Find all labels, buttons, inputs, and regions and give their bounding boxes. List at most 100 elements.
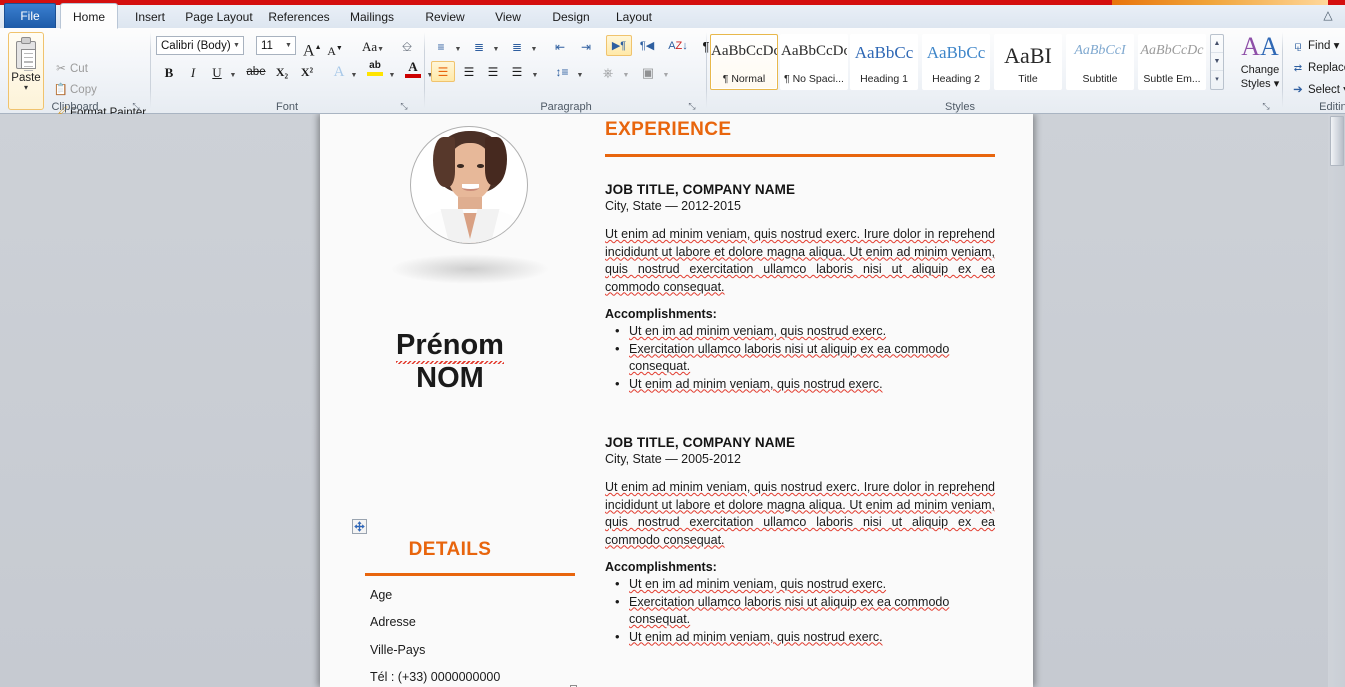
paste-button[interactable]: Paste ▾ [8, 32, 44, 110]
highlight-button[interactable]: ab [364, 59, 386, 82]
document-canvas[interactable]: Prénom NOM DETAILS Age Adresse Ville-Pay… [0, 114, 1345, 687]
change-case-button[interactable]: Aa▼ [357, 35, 389, 56]
decrease-indent-icon: ⇤ [554, 40, 566, 54]
ribbon-group-styles: AaBbCcDc ¶ Normal AaBbCcDc ¶ No Spaci...… [708, 28, 1280, 114]
align-right-icon: ☰ [487, 65, 499, 79]
ltr-text-direction-button[interactable]: ▶¶ [606, 35, 632, 56]
profile-photo-frame[interactable] [410, 126, 528, 244]
superscript-button[interactable]: X² [296, 61, 318, 82]
chevron-down-icon[interactable]: ▼ [232, 42, 241, 50]
line-spacing-button[interactable]: ↕≡ [550, 61, 574, 82]
tab-layout[interactable]: Layout [604, 4, 664, 28]
italic-button[interactable]: I [183, 61, 203, 82]
style-tile-normal[interactable]: AaBbCcDc ¶ Normal [710, 34, 778, 90]
find-button[interactable]: ⚼ Find ▾ [1288, 36, 1339, 56]
change-styles-button[interactable]: AA Change Styles ▾ [1232, 32, 1288, 102]
line-spacing-dropdown[interactable]: ▼ [574, 64, 586, 79]
job-entry: JOB TITLE, COMPANY NAME City, State — 20… [605, 182, 995, 393]
experience-heading: EXPERIENCE [605, 119, 732, 140]
numbering-button[interactable]: ≣ [468, 36, 490, 56]
shading-dropdown[interactable]: ▼ [620, 64, 632, 79]
paragraph-dialog-launcher[interactable]: ⤡ [686, 100, 698, 112]
styles-scroll-down-button[interactable]: ▼ [1211, 53, 1223, 71]
subscript-button[interactable]: X₂ [271, 61, 293, 82]
tab-file[interactable]: File [4, 3, 56, 28]
vertical-scrollbar[interactable] [1328, 114, 1345, 687]
underline-button[interactable]: U [207, 61, 227, 82]
tab-home[interactable]: Home [60, 3, 118, 29]
font-size-value: 11 [261, 40, 273, 52]
tab-insert[interactable]: Insert [122, 4, 178, 28]
font-dialog-launcher[interactable]: ⤡ [398, 100, 410, 112]
borders-icon: ▣ [641, 65, 655, 80]
text-effects-button[interactable]: A [329, 61, 349, 82]
rtl-text-direction-button[interactable]: ¶◀ [634, 35, 660, 56]
scissors-icon: ✂ [56, 63, 66, 75]
style-tile-title[interactable]: AaBI Title [994, 34, 1062, 90]
copy-button[interactable]: 📋 Copy [52, 81, 144, 99]
bold-button[interactable]: B [159, 61, 179, 82]
clipboard-dialog-launcher[interactable]: ⤡ [130, 100, 142, 112]
borders-button[interactable]: ▣ [636, 61, 660, 82]
multilevel-list-dropdown[interactable]: ▼ [528, 39, 540, 53]
list-item: Ut en im ad minim veniam, quis nostrud e… [605, 575, 995, 594]
shrink-font-button[interactable]: A▼ [325, 37, 345, 58]
style-tile-subtitle[interactable]: AaBbCcI Subtitle [1066, 34, 1134, 90]
select-button[interactable]: ➔ Select ▾ [1288, 80, 1345, 100]
borders-dropdown[interactable]: ▼ [660, 64, 672, 79]
chevron-down-icon: ▼ [492, 46, 500, 53]
justify-dropdown[interactable]: ▼ [529, 64, 541, 79]
text-effects-dropdown[interactable]: ▼ [348, 64, 360, 80]
align-center-button[interactable]: ☰ [457, 61, 481, 82]
vertical-scrollbar-thumb[interactable] [1330, 116, 1344, 166]
shading-button[interactable]: ⎈ [596, 61, 620, 82]
styles-dialog-launcher[interactable]: ⤡ [1260, 100, 1272, 112]
style-tile-subtle-emphasis[interactable]: AaBbCcDc Subtle Em... [1138, 34, 1206, 90]
bullets-button[interactable]: ≡ [430, 36, 452, 56]
numbering-dropdown[interactable]: ▼ [490, 39, 502, 53]
decrease-indent-button[interactable]: ⇤ [548, 36, 572, 56]
bullets-dropdown[interactable]: ▼ [452, 39, 464, 53]
styles-scroll-up-button[interactable]: ▲ [1211, 35, 1223, 53]
ltr-text-direction-icon: ▶¶ [611, 40, 627, 52]
font-color-swatch [405, 74, 421, 78]
font-size-combo[interactable]: 11 ▼ [256, 36, 296, 55]
line-spacing-icon: ↕≡ [555, 65, 569, 79]
align-right-button[interactable]: ☰ [481, 61, 505, 82]
cut-button[interactable]: ✂ Cut [52, 60, 144, 78]
style-tile-heading-1[interactable]: AaBbCc Heading 1 [850, 34, 918, 90]
style-tile-heading-2[interactable]: AaBbCc Heading 2 [922, 34, 990, 90]
grow-font-button[interactable]: A▲ [302, 35, 322, 59]
increase-indent-button[interactable]: ⇥ [574, 36, 598, 56]
table-move-handle[interactable] [352, 519, 367, 534]
list-item: Exercitation ullamco laboris nisi ut ali… [605, 340, 995, 376]
highlight-dropdown[interactable]: ▼ [386, 64, 398, 80]
style-tile-no-spacing[interactable]: AaBbCcDc ¶ No Spaci... [780, 34, 848, 90]
chevron-down-icon[interactable]: ▼ [284, 42, 293, 50]
text-effects-icon: A [333, 64, 345, 80]
font-name-combo[interactable]: Calibri (Body) ▼ [156, 36, 244, 55]
clear-formatting-button[interactable]: ⎒ [395, 34, 419, 57]
tab-view[interactable]: View [480, 4, 536, 28]
sort-button[interactable]: AZ↓ [666, 35, 690, 56]
strikethrough-button[interactable]: abe [244, 61, 268, 82]
chevron-up-icon[interactable]: △ [1319, 7, 1337, 23]
justify-button[interactable]: ☰ [505, 61, 529, 82]
tab-page-layout[interactable]: Page Layout [178, 4, 260, 28]
font-color-button[interactable]: A [402, 59, 424, 82]
copy-icon: 📋 [53, 84, 69, 96]
style-sample: AaBbCcDc [711, 43, 777, 59]
cut-label: Cut [70, 63, 88, 76]
last-name: NOM [416, 362, 484, 394]
replace-button[interactable]: ⇄ Replace [1288, 58, 1345, 78]
tab-mailings[interactable]: Mailings [338, 4, 406, 28]
multilevel-list-button[interactable]: ≣ [506, 36, 528, 56]
tab-review[interactable]: Review [414, 4, 476, 28]
document-page[interactable]: Prénom NOM DETAILS Age Adresse Ville-Pay… [320, 114, 1033, 687]
tab-references[interactable]: References [260, 4, 338, 28]
styles-gallery-scroll[interactable]: ▲ ▼ ▾ [1210, 34, 1224, 90]
tab-design[interactable]: Design [540, 4, 602, 28]
styles-more-button[interactable]: ▾ [1211, 71, 1223, 89]
underline-dropdown[interactable]: ▼ [227, 64, 239, 80]
align-left-button[interactable]: ☰ [431, 61, 455, 82]
